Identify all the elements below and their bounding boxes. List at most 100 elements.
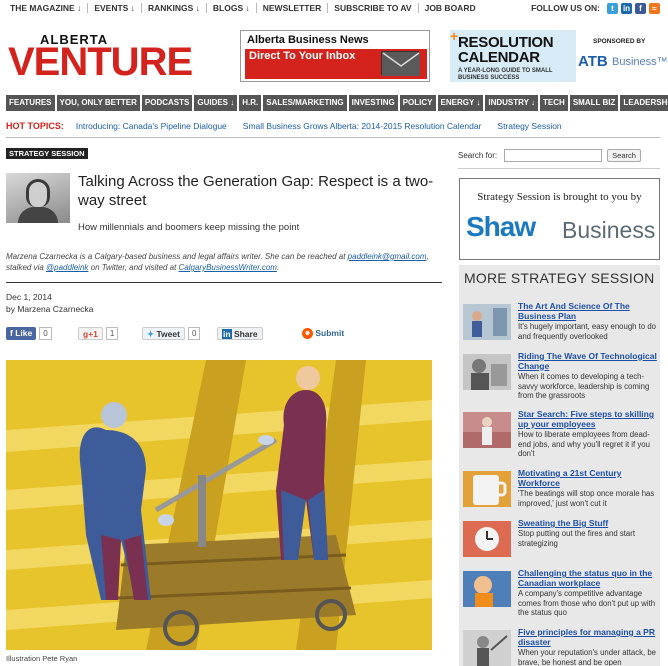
- google-plus-label: +1: [88, 328, 98, 339]
- bio-text: Marzena Czarnecka is a Calgary-based bus…: [6, 252, 348, 261]
- divider: [6, 282, 442, 283]
- nav-investing[interactable]: INVESTING: [348, 95, 398, 111]
- article-thumbnail[interactable]: [463, 571, 511, 607]
- nav-energy[interactable]: ENERGY ↓: [437, 95, 484, 111]
- top-bar: THE MAGAZINE ↓ EVENTS ↓ RANKINGS ↓ BLOGS…: [0, 0, 668, 16]
- publish-date: Dec 1, 2014: [6, 292, 52, 302]
- resolution-calendar-sub: A YEAR-LONG GUIDE TO SMALL BUSINESS SUCC…: [458, 68, 553, 81]
- plus-icon: +: [450, 28, 459, 44]
- topnav-subscribe[interactable]: SUBSCRIBE TO AV: [328, 3, 419, 13]
- tweet-button[interactable]: ✦ Tweet: [142, 326, 185, 340]
- related-article-excerpt: When it comes to developing a tech-savvy…: [518, 372, 650, 400]
- related-article-excerpt: How to liberate employees from dead-end …: [518, 430, 650, 458]
- search-label: Search for:: [458, 150, 498, 160]
- follow-us: FOLLOW US ON: t in f ≈: [531, 0, 660, 16]
- nav-hr[interactable]: H.R.: [239, 95, 262, 111]
- google-plus-button[interactable]: g+1: [78, 326, 103, 340]
- related-article-excerpt: A company's competitive advantage comes …: [518, 589, 656, 617]
- linkedin-icon[interactable]: in: [621, 2, 632, 14]
- related-article-link[interactable]: The Art And Science Of The Business Plan: [518, 301, 658, 321]
- topnav-magazine[interactable]: THE MAGAZINE ↓: [8, 3, 89, 13]
- rss-icon[interactable]: ≈: [649, 2, 660, 14]
- facebook-like-button[interactable]: f Like: [6, 326, 37, 340]
- logo-venture: VENTURE: [8, 40, 193, 84]
- article-thumbnail[interactable]: [463, 412, 511, 448]
- nav-policy[interactable]: POLICY: [399, 95, 436, 111]
- nav-small-biz[interactable]: SMALL BIZ: [569, 95, 619, 111]
- nav-sales-marketing[interactable]: SALES/MARKETING: [263, 95, 347, 111]
- twitter-icon[interactable]: t: [607, 2, 618, 14]
- article-thumbnail[interactable]: [463, 354, 511, 390]
- linkedin-share-button[interactable]: in Share: [217, 326, 263, 340]
- author-twitter-link[interactable]: @paddleink: [46, 263, 88, 272]
- related-article-link[interactable]: Motivating a 21st Century Workforce: [518, 468, 658, 488]
- atb-business-label: Business™: [612, 56, 668, 68]
- article-thumbnail[interactable]: [463, 521, 511, 557]
- hot-topic-link[interactable]: Introducing: Canada's Pipeline Dialogue: [76, 121, 227, 131]
- nav-leadership[interactable]: LEADERSHIP: [620, 95, 668, 111]
- bio-text: .: [276, 263, 280, 272]
- newsletter-ad[interactable]: Alberta Business News Direct To Your Inb…: [240, 30, 430, 82]
- linkedin-share: in Share: [217, 326, 263, 340]
- search-input[interactable]: [504, 148, 603, 162]
- newsletter-ad-title: Alberta Business News: [247, 34, 369, 46]
- follow-label: FOLLOW US ON:: [531, 3, 600, 13]
- site-logo[interactable]: ALBERTA VENTURE: [8, 30, 230, 84]
- search-button[interactable]: Search: [607, 148, 641, 162]
- nav-guides[interactable]: GUIDES ↓: [194, 95, 238, 111]
- illustration-caption: Illustration Pete Ryan: [6, 654, 78, 663]
- nav-industry[interactable]: INDUSTRY ↓: [485, 95, 539, 111]
- linkedin-icon: in: [222, 328, 232, 339]
- main-nav: FEATURES YOU, ONLY BETTER PODCASTS GUIDE…: [6, 95, 668, 111]
- topnav-blogs[interactable]: BLOGS ↓: [207, 3, 257, 13]
- atb-sponsor[interactable]: SPONSORED BY ATB Business™: [578, 38, 668, 78]
- related-article-link[interactable]: Riding The Wave Of Technological Change: [518, 351, 658, 371]
- topnav-events[interactable]: EVENTS ↓: [88, 3, 142, 13]
- nav-features[interactable]: FEATURES: [6, 95, 55, 111]
- sponsor-label: SPONSORED BY: [593, 38, 646, 45]
- article-title: Talking Across the Generation Gap: Respe…: [78, 173, 434, 209]
- shaw-business-ad[interactable]: Strategy Session is brought to you by Sh…: [459, 178, 660, 260]
- related-article-link[interactable]: Five principles for managing a PR disast…: [518, 627, 658, 647]
- submit-button[interactable]: ☻ Submit: [298, 327, 348, 340]
- submit-label: Submit: [315, 327, 345, 338]
- hot-topic-link[interactable]: Strategy Session: [497, 121, 561, 131]
- author-bio: Marzena Czarnecka is a Calgary-based bus…: [6, 251, 446, 273]
- nav-tech[interactable]: TECH: [540, 95, 568, 111]
- topnav-rankings[interactable]: RANKINGS ↓: [142, 3, 207, 13]
- related-article-excerpt: Stop putting out the fires and start str…: [518, 529, 636, 548]
- top-nav: THE MAGAZINE ↓ EVENTS ↓ RANKINGS ↓ BLOGS…: [0, 3, 482, 13]
- facebook-icon[interactable]: f: [635, 2, 646, 14]
- tweet-label: Tweet: [156, 328, 180, 339]
- hot-topic-link[interactable]: Small Business Grows Alberta: 2014-2015 …: [243, 121, 482, 131]
- nav-you-only-better[interactable]: YOU, ONLY BETTER: [56, 95, 140, 111]
- google-plus: g+1 1: [78, 326, 119, 340]
- bio-text: on Twitter, and visited at: [88, 263, 179, 272]
- article-thumbnail[interactable]: [463, 471, 511, 507]
- search-bar: Search for: Search: [458, 148, 641, 162]
- related-article-link[interactable]: Sweating the Big Stuff: [518, 518, 658, 529]
- article-thumbnail[interactable]: [463, 304, 511, 340]
- facebook-like-label: Like: [15, 327, 33, 338]
- envelope-icon: [381, 51, 420, 76]
- related-article-excerpt: It's hugely important, easy enough to do…: [518, 322, 657, 341]
- more-strategy-session: MORE STRATEGY SESSION The Art And Scienc…: [459, 265, 660, 666]
- related-article-link[interactable]: Star Search: Five steps to skilling up y…: [518, 409, 658, 429]
- more-strategy-heading: MORE STRATEGY SESSION: [464, 270, 655, 286]
- related-article-link[interactable]: Challenging the status quo in the Canadi…: [518, 568, 658, 588]
- shaw-logo: Shaw: [466, 211, 536, 242]
- resolution-calendar-ad[interactable]: + RESOLUTION CALENDAR A YEAR-LONG GUIDE …: [450, 28, 576, 82]
- category-badge[interactable]: STRATEGY SESSION: [6, 148, 88, 159]
- author-photo: [6, 173, 70, 223]
- author-email-link[interactable]: paddleink@gmail.com: [348, 252, 427, 261]
- reddit-icon: ☻: [302, 327, 313, 339]
- resolution-calendar-title: RESOLUTION CALENDAR: [458, 34, 554, 66]
- topnav-newsletter[interactable]: NEWSLETTER: [257, 3, 329, 13]
- like-count: 0: [39, 326, 52, 340]
- nav-podcasts[interactable]: PODCASTS: [141, 95, 193, 111]
- topnav-job-board[interactable]: JOB BOARD: [419, 3, 482, 13]
- author-website-link[interactable]: CalgaryBusinessWriter.com: [179, 263, 277, 272]
- article-thumbnail[interactable]: [463, 630, 511, 666]
- gplus-count: 1: [105, 326, 119, 340]
- article-illustration: [6, 360, 432, 650]
